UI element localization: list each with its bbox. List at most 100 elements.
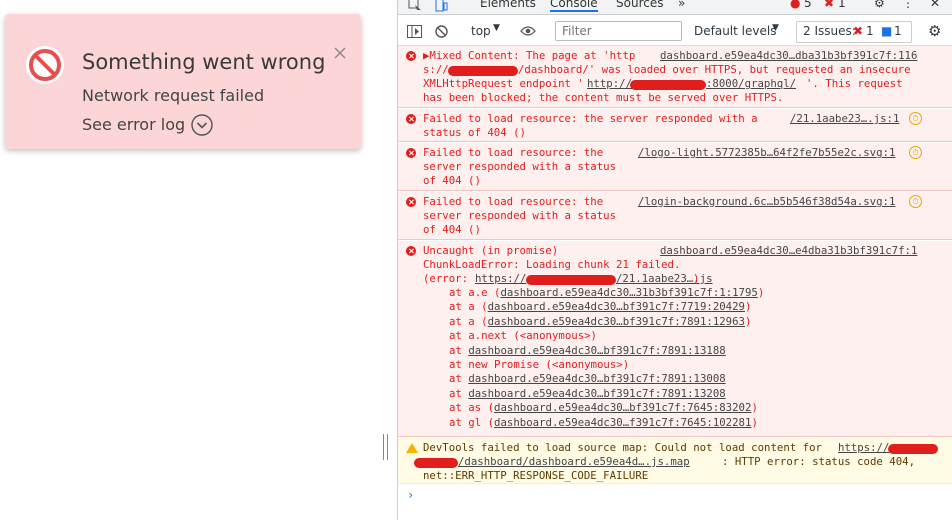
console-error-message: Failed to load resource: the server resp… (398, 192, 952, 240)
device-toolbar-icon[interactable] (434, 0, 448, 12)
stack-frame-suffix: ) (757, 286, 765, 299)
tab-console[interactable]: Console (550, 0, 598, 12)
error-count-icon: ✖ (824, 0, 835, 10)
performance-icon[interactable]: ⏱ (909, 195, 922, 208)
close-icon[interactable] (333, 46, 347, 60)
stack-frame-link[interactable]: dashboard.e59ea4dc30…bf391c7f:7891:13208 (468, 387, 725, 400)
message-text: Uncaught (in promise) (423, 244, 559, 257)
devtools-tabbar: Elements Console Sources » ● 5 ✖ 1 ⚙ ⋮ ✕ (398, 0, 952, 15)
redaction-mark (526, 275, 616, 285)
stack-frame: at dashboard.e59ea4dc30…bf391c7f:7891:13… (449, 372, 726, 386)
stack-frame-link[interactable]: dashboard.e59ea4dc30…31b3bf391c7f:1:1795 (500, 286, 757, 299)
sourcemap-url-link[interactable]: https:// (838, 441, 889, 455)
issues-error-count: 1 (866, 24, 874, 38)
stack-frame: at as (dashboard.e59ea4dc30…bf391c7f:764… (449, 401, 758, 415)
inspect-element-icon[interactable] (408, 0, 422, 12)
console-toolbar: top ▼ Default levels ▼ 2 Issues: ✖ 1 ■ 1… (398, 19, 952, 46)
console-error-message: ▶Mixed Content: The page at 'http dashbo… (398, 46, 952, 108)
error-icon (406, 114, 416, 124)
stack-frame-function: at a ( (449, 300, 488, 314)
message-text: Failed to load resource: the (423, 146, 604, 159)
stack-frame-function: at gl ( (449, 415, 495, 429)
context-dropdown-icon[interactable]: ▼ (493, 23, 500, 33)
filter-input[interactable] (555, 21, 682, 41)
more-tabs-button[interactable]: » (678, 0, 685, 10)
stack-frame: at a.next (<anonymous>) (449, 329, 597, 343)
message-text: of 404 () (423, 174, 481, 187)
tab-elements[interactable]: Elements (480, 0, 536, 10)
message-text: has been blocked; the content must be se… (423, 91, 784, 104)
chevron-down-circle-icon[interactable] (191, 114, 213, 136)
stack-frame: at a.e (dashboard.e59ea4dc30…31b3bf391c7… (449, 286, 764, 300)
stack-frame-link[interactable]: dashboard.e59ea4dc30…bf391c7f:7645:83202 (494, 401, 751, 414)
levels-dropdown-icon[interactable]: ▼ (772, 23, 779, 33)
context-selector[interactable]: top (471, 24, 491, 38)
stack-frame-suffix: ) (751, 401, 758, 415)
console-warning-message: DevTools failed to load source map: Coul… (398, 438, 952, 484)
warning-icon (406, 443, 418, 453)
console-settings-gear-icon[interactable]: ⚙ (928, 22, 941, 40)
log-levels-dropdown[interactable]: Default levels (694, 24, 776, 38)
error-count[interactable]: 1 (838, 0, 846, 10)
console-error-message: Failed to load resource: the server resp… (398, 109, 952, 142)
warn-count[interactable]: 5 (804, 0, 812, 10)
chunk-url-link[interactable]: https:// (475, 272, 526, 286)
stack-frame-function: at a ( (449, 314, 488, 328)
stack-frame: at a (dashboard.e59ea4dc30…bf391c7f:7891… (449, 315, 751, 329)
stack-frame-suffix: ) (751, 415, 758, 429)
close-devtools-icon[interactable]: ✕ (930, 0, 940, 10)
message-text: net::ERR_HTTP_RESPONSE_CODE_FAILURE (423, 469, 649, 482)
sidebar-toggle-icon[interactable] (407, 25, 422, 38)
issues-info-icon: ■ (881, 24, 893, 38)
message-text: XMLHttpRequest endpoint ' (423, 77, 584, 90)
source-link[interactable]: dashboard.e59ea4dc30…dba31b3bf391c7f:116 (660, 49, 917, 63)
message-text: server responded with a status (423, 160, 617, 173)
request-url-link[interactable]: :8000/graphql/ (706, 77, 796, 91)
message-text: ▶Mixed Content: The page at 'http (423, 49, 636, 62)
stack-frame-link[interactable]: dashboard.e59ea4dc30…bf391c7f:7891:13188 (468, 344, 725, 357)
stack-frame-suffix: ) (745, 300, 752, 314)
redaction-mark (414, 458, 458, 468)
see-error-log-link[interactable]: See error log (82, 115, 185, 134)
request-url-link[interactable]: http:// (587, 77, 632, 91)
error-icon (406, 246, 416, 256)
redaction-mark (888, 444, 938, 454)
source-link[interactable]: /logo-light.5772385b…64f2fe7b55e2c.svg:1 (638, 146, 895, 160)
error-icon (406, 51, 416, 61)
source-link[interactable]: /21.1aabe23….js:1 (790, 112, 899, 126)
stack-frame-link[interactable]: dashboard.e59ea4dc30…bf391c7f:7719:20429 (488, 300, 745, 313)
stack-frame-link[interactable]: dashboard.e59ea4dc30…bf391c7f:7891:13008 (468, 372, 725, 385)
stack-frame-function: at new Promise (<anonymous>) (449, 358, 630, 371)
split-resize-handle[interactable] (383, 434, 389, 460)
live-expression-eye-icon[interactable] (520, 25, 536, 37)
stack-frame-function: at (449, 386, 469, 400)
stack-frame-function: at as ( (449, 401, 495, 415)
redaction-mark (448, 66, 518, 76)
more-options-icon[interactable]: ⋮ (902, 0, 914, 10)
stack-frame: at a (dashboard.e59ea4dc30…bf391c7f:7719… (449, 300, 751, 314)
tab-sources[interactable]: Sources (616, 0, 663, 10)
source-link[interactable]: /login-background.6c…b5b546f38d54a.svg:1 (638, 195, 895, 209)
stack-frame-function: at (449, 372, 469, 386)
clear-console-icon[interactable] (435, 25, 448, 38)
devtools-panel: Elements Console Sources » ● 5 ✖ 1 ⚙ ⋮ ✕… (397, 0, 952, 520)
error-icon (406, 148, 416, 158)
error-toast: Something went wrong Network request fai… (5, 14, 361, 149)
message-text: DevTools failed to load source map: Coul… (423, 441, 829, 454)
console-prompt[interactable]: › (407, 488, 414, 502)
stack-frame-suffix: ) (745, 314, 752, 328)
console-error-message: Failed to load resource: the server resp… (398, 143, 952, 191)
settings-gear-icon[interactable]: ⚙ (874, 0, 885, 10)
source-link[interactable]: dashboard.e59ea4dc30…e4dba31b3bf391c7f:1 (660, 244, 917, 258)
stack-frame-link[interactable]: dashboard.e59ea4dc30…bf391c7f:7891:12963 (488, 315, 745, 328)
issues-label: 2 Issues: (803, 24, 856, 38)
stack-frame-link[interactable]: dashboard.e59ea4dc30…f391c7f:7645:102281 (494, 416, 751, 429)
redaction-mark (630, 80, 706, 90)
performance-icon[interactable]: ⏱ (909, 112, 922, 125)
issues-info-count: 1 (894, 24, 902, 38)
sourcemap-url-link[interactable]: /dashboard/dashboard.e59ea4d….js.map (458, 455, 690, 469)
performance-icon[interactable]: ⏱ (909, 146, 922, 159)
message-text: Failed to load resource: the server resp… (423, 112, 758, 125)
stack-frame-function: at (449, 343, 469, 357)
message-text: /dashboard/' was loaded over HTTPS, but … (518, 63, 911, 76)
